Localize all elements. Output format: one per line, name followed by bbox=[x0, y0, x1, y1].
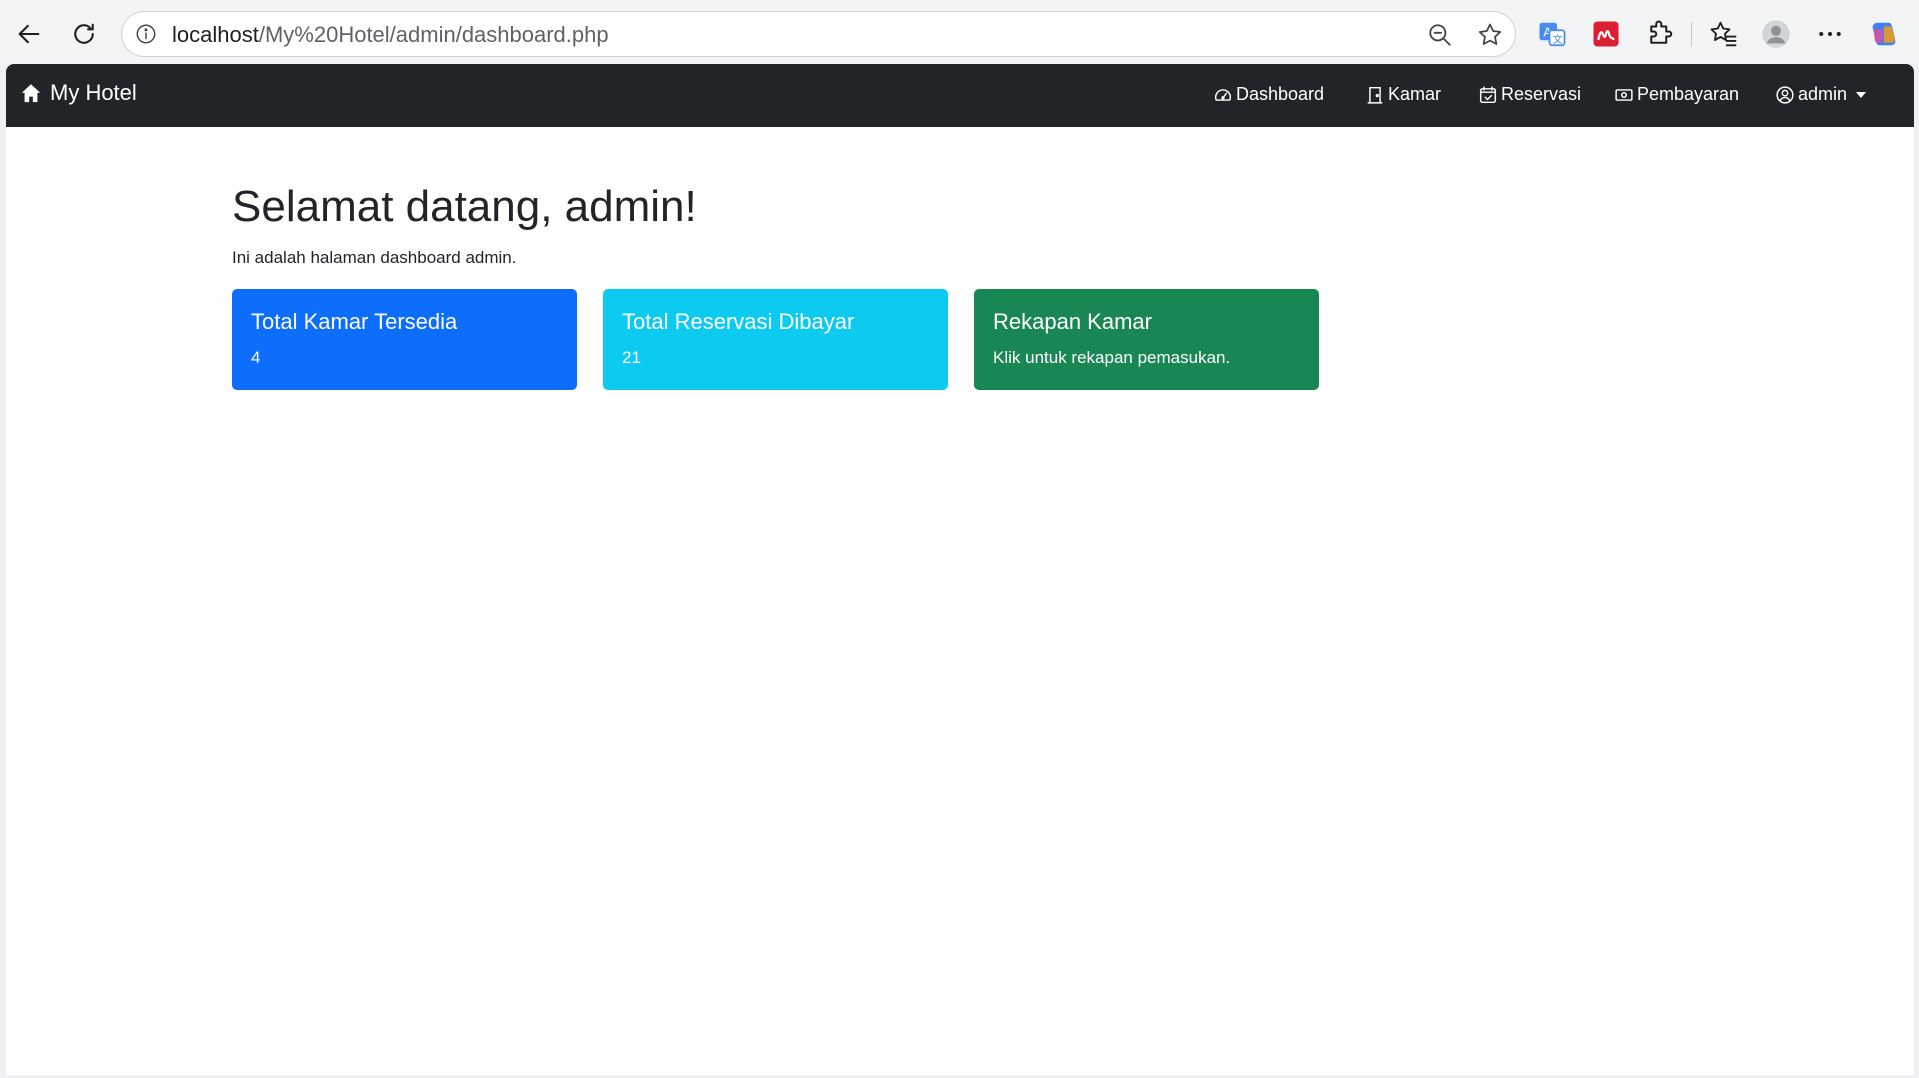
svg-text:文: 文 bbox=[1553, 33, 1563, 46]
profile-avatar-icon bbox=[1762, 20, 1790, 48]
calendar-check-icon bbox=[1479, 85, 1497, 103]
favorites-icon bbox=[1710, 21, 1737, 47]
card-title: Total Reservasi Dibayar bbox=[622, 309, 855, 334]
page-title: Selamat datang, admin! bbox=[232, 182, 697, 231]
copilot-icon bbox=[1872, 22, 1896, 46]
door-icon bbox=[1367, 86, 1383, 104]
card-title: Total Kamar Tersedia bbox=[251, 309, 458, 334]
chevron-down-icon bbox=[1856, 91, 1867, 98]
user-name: admin bbox=[1798, 84, 1848, 104]
page-viewport: My Hotel Dashboard Kamar Reservasi Pemba… bbox=[6, 64, 1914, 1075]
user-dropdown-toggle[interactable]: admin bbox=[1776, 84, 1867, 105]
card-value: 21 bbox=[622, 348, 641, 367]
url-path: /My%20Hotel/admin/dashboard.php bbox=[258, 22, 609, 47]
top-navbar: My Hotel Dashboard Kamar Reservasi Pemba… bbox=[6, 64, 1914, 127]
favorite-star-icon[interactable] bbox=[1476, 21, 1504, 49]
mendeley-extension-button[interactable] bbox=[1589, 17, 1623, 51]
card-text: Klik untuk rekapan pemasukan. bbox=[993, 348, 1231, 367]
puzzle-icon bbox=[1650, 20, 1673, 44]
cash-icon bbox=[1615, 88, 1633, 101]
extensions-button[interactable] bbox=[1643, 17, 1677, 51]
reload-button[interactable] bbox=[65, 15, 103, 53]
nav-item-pembayaran[interactable]: Pembayaran bbox=[1615, 84, 1739, 105]
person-circle-icon bbox=[1776, 85, 1794, 104]
copilot-button[interactable] bbox=[1867, 17, 1901, 51]
reload-icon bbox=[74, 23, 94, 44]
translate-extension-button[interactable]: A文 bbox=[1535, 17, 1569, 51]
translate-icon: A文 bbox=[1539, 22, 1566, 47]
nav-item-label: Dashboard bbox=[1236, 84, 1325, 104]
navbar-brand-label: My Hotel bbox=[50, 80, 137, 105]
url-host: localhost bbox=[172, 22, 259, 47]
arrow-left-icon bbox=[18, 24, 40, 44]
address-bar[interactable]: localhost/My%20Hotel/admin/dashboard.php bbox=[121, 11, 1516, 57]
card-title: Rekapan Kamar bbox=[993, 309, 1152, 334]
browser-toolbar: localhost/My%20Hotel/admin/dashboard.php… bbox=[0, 0, 1919, 66]
card-total-reservasi-dibayar: Total Reservasi Dibayar 21 bbox=[603, 289, 948, 390]
card-value: 4 bbox=[251, 348, 261, 367]
favorites-button[interactable] bbox=[1706, 17, 1740, 51]
settings-more-button[interactable] bbox=[1813, 17, 1847, 51]
speedometer-icon bbox=[1214, 88, 1232, 101]
nav-item-dashboard[interactable]: Dashboard bbox=[1214, 84, 1324, 105]
navbar-brand[interactable]: My Hotel bbox=[20, 80, 137, 106]
house-icon bbox=[21, 84, 41, 103]
back-button[interactable] bbox=[10, 15, 48, 53]
page-subtitle: Ini adalah halaman dashboard admin. bbox=[232, 248, 517, 267]
nav-item-label: Reservasi bbox=[1501, 84, 1582, 104]
nav-item-label: Pembayaran bbox=[1637, 84, 1740, 104]
url-text[interactable]: localhost/My%20Hotel/admin/dashboard.php bbox=[172, 22, 609, 48]
card-total-kamar-tersedia: Total Kamar Tersedia 4 bbox=[232, 289, 577, 390]
zoom-out-icon[interactable] bbox=[1427, 22, 1453, 48]
mendeley-icon bbox=[1593, 21, 1619, 47]
toolbar-divider bbox=[1691, 22, 1692, 46]
profile-button[interactable] bbox=[1759, 17, 1793, 51]
nav-item-kamar[interactable]: Kamar bbox=[1366, 84, 1441, 105]
card-rekapan-kamar[interactable]: Rekapan Kamar Klik untuk rekapan pemasuk… bbox=[974, 289, 1319, 390]
info-icon[interactable] bbox=[135, 23, 157, 45]
more-horizontal-icon bbox=[1819, 32, 1841, 36]
nav-item-label: Kamar bbox=[1388, 84, 1442, 104]
nav-item-reservasi[interactable]: Reservasi bbox=[1479, 84, 1581, 105]
